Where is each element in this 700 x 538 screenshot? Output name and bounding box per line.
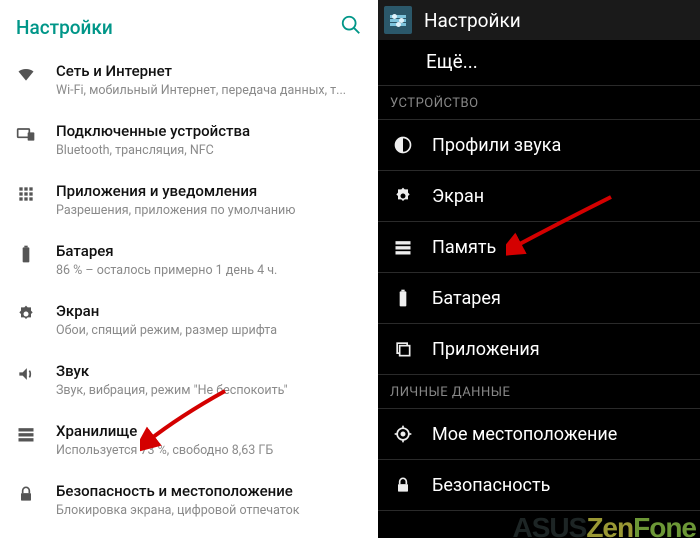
device-item-apps[interactable]: Приложения xyxy=(378,324,700,375)
sound-profiles-icon xyxy=(392,134,414,156)
lock-icon xyxy=(392,474,414,496)
battery-icon xyxy=(392,287,414,309)
device-item-battery[interactable]: Батарея xyxy=(378,273,700,324)
item-subtitle: Разрешения, приложения по умолчанию xyxy=(56,203,362,218)
lock-icon xyxy=(14,482,38,506)
more-item[interactable]: Ещё... xyxy=(378,40,700,86)
storage-icon xyxy=(392,236,414,258)
item-subtitle: Wi-Fi, мобильный Интернет, передача данн… xyxy=(56,83,362,98)
settings-item-security[interactable]: Безопасность и местоположение Блокировка… xyxy=(0,470,378,530)
watermark: ASUSZenFone xyxy=(513,512,696,538)
item-subtitle: Используется 73 %, свободно 8,63 ГБ xyxy=(56,443,362,458)
item-title: Подключенные устройства xyxy=(56,122,362,140)
brightness-icon xyxy=(392,185,414,207)
section-device-header: УСТРОЙСТВО xyxy=(378,86,700,120)
devices-icon xyxy=(14,122,38,146)
item-label: Экран xyxy=(432,186,484,207)
left-title: Настройки xyxy=(16,16,113,39)
settings-light-panel: Настройки Сеть и Интернет Wi-Fi, мобильн… xyxy=(0,0,378,538)
item-title: Сеть и Интернет xyxy=(56,62,362,80)
storage-icon xyxy=(14,422,38,446)
device-item-display[interactable]: Экран xyxy=(378,171,700,222)
item-subtitle: Звук, вибрация, режим "Не беспокоить" xyxy=(56,383,362,398)
item-subtitle: Bluetooth, трансляция, NFC xyxy=(56,143,362,158)
device-item-sound-profiles[interactable]: Профили звука xyxy=(378,120,700,171)
apps-stack-icon xyxy=(392,338,414,360)
item-label: Мое местоположение xyxy=(432,424,617,445)
item-title: Хранилище xyxy=(56,422,362,440)
item-title: Звук xyxy=(56,362,362,380)
item-subtitle: Блокировка экрана, цифровой отпечаток xyxy=(56,503,362,518)
settings-item-display[interactable]: Экран Обои, спящий режим, размер шрифта xyxy=(0,290,378,350)
apps-icon xyxy=(14,182,38,206)
battery-icon xyxy=(14,242,38,266)
item-label: Профили звука xyxy=(432,135,561,156)
wifi-icon xyxy=(14,62,38,86)
item-label: Память xyxy=(432,237,496,258)
settings-item-sound[interactable]: Звук Звук, вибрация, режим "Не беспокоит… xyxy=(0,350,378,410)
settings-item-network[interactable]: Сеть и Интернет Wi-Fi, мобильный Интерне… xyxy=(0,50,378,110)
search-icon[interactable] xyxy=(340,14,362,40)
settings-sliders-icon xyxy=(384,6,412,34)
right-header: Настройки xyxy=(378,0,700,40)
item-label: Приложения xyxy=(432,339,540,360)
item-label: Безопасность xyxy=(432,475,550,496)
item-subtitle: Обои, спящий режим, размер шрифта xyxy=(56,323,362,338)
volume-icon xyxy=(14,362,38,386)
personal-item-security[interactable]: Безопасность xyxy=(378,460,700,511)
right-title: Настройки xyxy=(424,9,521,32)
target-icon xyxy=(392,423,414,445)
settings-item-connected[interactable]: Подключенные устройства Bluetooth, транс… xyxy=(0,110,378,170)
item-title: Приложения и уведомления xyxy=(56,182,362,200)
item-label: Батарея xyxy=(432,288,501,309)
settings-item-battery[interactable]: Батарея 86 % – осталось примерно 1 день … xyxy=(0,230,378,290)
device-item-memory[interactable]: Память xyxy=(378,222,700,273)
item-title: Безопасность и местоположение xyxy=(56,482,362,500)
settings-dark-panel: Настройки Ещё... УСТРОЙСТВО Профили звук… xyxy=(378,0,700,538)
personal-item-location[interactable]: Мое местоположение xyxy=(378,409,700,460)
left-header: Настройки xyxy=(0,0,378,50)
item-subtitle: 86 % – осталось примерно 1 день 4 ч. xyxy=(56,263,362,278)
item-title: Батарея xyxy=(56,242,362,260)
left-settings-list: Сеть и Интернет Wi-Fi, мобильный Интерне… xyxy=(0,50,378,530)
settings-item-storage[interactable]: Хранилище Используется 73 %, свободно 8,… xyxy=(0,410,378,470)
section-personal-header: ЛИЧНЫЕ ДАННЫЕ xyxy=(378,375,700,409)
settings-item-apps[interactable]: Приложения и уведомления Разрешения, при… xyxy=(0,170,378,230)
brightness-icon xyxy=(14,302,38,326)
item-title: Экран xyxy=(56,302,362,320)
